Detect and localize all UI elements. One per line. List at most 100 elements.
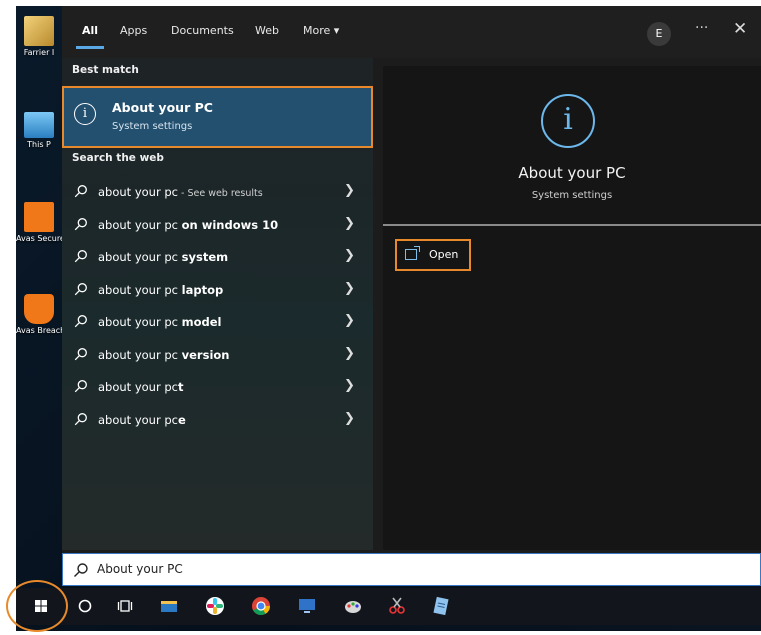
desktop-icon-label: Avas Secure: [16, 234, 62, 243]
search-icon: [74, 282, 87, 295]
desktop-icon-label: Farrier I: [23, 48, 55, 57]
best-match-title: About your PC: [112, 100, 213, 115]
suggestion-completion: e: [177, 412, 186, 427]
tab-apps[interactable]: Apps: [120, 24, 147, 37]
suggestion-prefix: about your pc: [98, 315, 182, 329]
web-suggestion-text: about your pc on windows 10: [98, 218, 278, 232]
chevron-right-icon[interactable]: ❯: [344, 411, 355, 426]
preview-divider: [383, 224, 761, 226]
active-tab-indicator: [76, 46, 104, 49]
tab-all[interactable]: All: [82, 24, 98, 37]
close-icon[interactable]: ✕: [733, 19, 747, 39]
search-icon: [74, 185, 87, 198]
desktop-icon-avast-breach[interactable]: Avas BreachG: [16, 294, 62, 336]
file-explorer-icon[interactable]: [158, 595, 180, 617]
chevron-right-icon[interactable]: ❯: [344, 183, 355, 198]
web-suggestion-text: about your pc version: [98, 348, 229, 362]
web-suggestion-row[interactable]: about your pce ❯: [62, 404, 373, 436]
tab-documents[interactable]: Documents: [171, 24, 234, 37]
taskbar: [16, 588, 761, 625]
suggestion-completion: t: [177, 380, 184, 394]
suggestion-prefix: about your pc: [98, 380, 178, 394]
cortana-icon[interactable]: [74, 595, 96, 617]
web-suggestion-row[interactable]: about your pc on windows 10 ❯: [62, 209, 373, 241]
desktop-icon-user-folder[interactable]: Farrier I: [16, 16, 62, 58]
suggestion-completion: on windows 10: [181, 217, 279, 232]
web-suggestion-text: about your pc laptop: [98, 283, 223, 297]
suggestion-note: - See web results: [177, 188, 263, 199]
snipping-tool-icon[interactable]: [386, 595, 408, 617]
desktop-icon-this-pc[interactable]: This P: [16, 112, 62, 150]
web-suggestion-row[interactable]: about your pc model ❯: [62, 306, 373, 338]
web-suggestion-row[interactable]: about your pc - See web results ❯: [62, 176, 373, 208]
best-match-result[interactable]: i About your PC System settings: [62, 86, 373, 148]
suggestion-prefix: about your pc: [98, 250, 182, 264]
chevron-right-icon[interactable]: ❯: [344, 313, 355, 328]
account-avatar[interactable]: E: [647, 22, 671, 46]
search-icon: [74, 250, 87, 263]
chevron-right-icon[interactable]: ❯: [344, 248, 355, 263]
suggestion-completion: model: [181, 315, 222, 329]
search-icon: [74, 563, 88, 577]
suggestion-completion: system: [181, 250, 229, 264]
best-match-subtitle: System settings: [112, 121, 193, 132]
suggestion-prefix: about your pc: [98, 282, 182, 297]
suggestion-prefix: about your pc: [98, 185, 178, 199]
search-icon: [74, 347, 87, 360]
search-input-value: About your PC: [97, 562, 183, 576]
notepad-icon[interactable]: [430, 595, 452, 617]
web-suggestion-text: about your pce: [98, 413, 186, 427]
chevron-right-icon[interactable]: ❯: [344, 346, 355, 361]
web-suggestion-text: about your pc - See web results: [98, 185, 263, 199]
info-icon: i: [541, 94, 595, 148]
chrome-icon[interactable]: [250, 595, 272, 617]
task-view-icon[interactable]: [114, 595, 136, 617]
chevron-right-icon[interactable]: ❯: [344, 378, 355, 393]
open-button-label: Open: [429, 248, 459, 261]
search-icon: [74, 315, 87, 328]
web-suggestion-row[interactable]: about your pct ❯: [62, 371, 373, 403]
search-web-heading: Search the web: [72, 152, 164, 164]
start-button-highlight: [6, 580, 68, 632]
web-suggestion-text: about your pc model: [98, 315, 222, 329]
suggestion-prefix: about your pc: [98, 412, 178, 427]
remote-desktop-icon[interactable]: [296, 595, 318, 617]
chevron-right-icon[interactable]: ❯: [344, 216, 355, 231]
more-options-icon[interactable]: ···: [695, 20, 708, 36]
open-button[interactable]: Open: [395, 239, 471, 271]
web-suggestion-text: about your pc system: [98, 250, 228, 264]
search-icon: [74, 217, 87, 230]
preview-pane: i About your PC System settings Open: [383, 66, 761, 550]
web-suggestion-text: about your pct: [98, 380, 183, 394]
suggestion-prefix: about your pc: [98, 347, 182, 362]
results-list: Best match i About your PC System settin…: [62, 58, 373, 550]
slack-icon[interactable]: [204, 595, 226, 617]
web-suggestion-row[interactable]: about your pc system ❯: [62, 241, 373, 273]
desktop-icon-label: Avas BreachG: [16, 326, 62, 335]
desktop-icon-avast-secure[interactable]: Avas Secure: [16, 202, 62, 244]
best-match-heading: Best match: [72, 64, 139, 76]
preview-title: About your PC: [518, 164, 626, 182]
desktop-icon-label: This P: [27, 140, 51, 149]
search-panel: All Apps Documents Web More ▾ E ··· ✕ Be…: [62, 6, 761, 586]
search-icon: [74, 412, 87, 425]
search-input[interactable]: About your PC: [62, 553, 761, 586]
info-icon: i: [74, 103, 96, 125]
tab-web[interactable]: Web: [255, 24, 279, 37]
suggestion-prefix: about your pc: [98, 217, 182, 232]
computer-icon: [24, 112, 54, 138]
user-folder-icon: [24, 16, 54, 46]
search-icon: [74, 380, 87, 393]
open-icon: [405, 246, 420, 260]
web-suggestion-row[interactable]: about your pc version ❯: [62, 339, 373, 371]
suggestion-completion: laptop: [181, 282, 224, 297]
preview-subtitle: System settings: [531, 190, 613, 201]
chevron-right-icon[interactable]: ❯: [344, 281, 355, 296]
avast-breach-icon: [24, 294, 54, 324]
search-tabs-bar: All Apps Documents Web More ▾ E ··· ✕: [62, 6, 761, 58]
suggestion-completion: version: [181, 347, 230, 362]
avast-vpn-icon: [24, 202, 54, 232]
web-suggestion-row[interactable]: about your pc laptop ❯: [62, 274, 373, 306]
tab-more[interactable]: More ▾: [303, 24, 339, 37]
paint-icon[interactable]: [342, 595, 364, 617]
